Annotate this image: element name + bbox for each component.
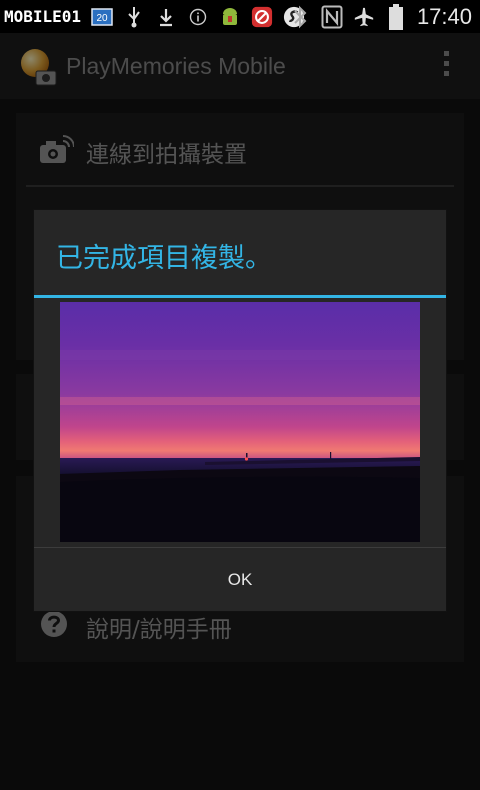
nfc-icon (321, 5, 343, 28)
sim-badge-icon: 20 (91, 6, 113, 28)
sunset-photo (60, 302, 420, 542)
status-bar-right: 17:40 (289, 0, 472, 33)
usb-icon (123, 6, 145, 28)
notification-badge: 20 (97, 13, 109, 24)
watermark-text: MOBILE01 (4, 7, 82, 26)
blocked-icon (251, 6, 273, 28)
screen: MOBILE01 20 17:40 PlayMemories Mobile 連線… (0, 0, 480, 790)
status-bar: MOBILE01 20 17:40 (0, 0, 480, 33)
dialog-title-divider (34, 295, 446, 298)
battery-icon (385, 3, 407, 30)
dialog-title: 已完成項目複製。 (56, 243, 272, 274)
download-icon (155, 6, 177, 28)
android-icon (219, 6, 241, 28)
ok-button[interactable]: OK (34, 548, 446, 611)
status-clock: 17:40 (416, 3, 472, 29)
status-bar-left: MOBILE01 20 (4, 4, 305, 29)
bluetooth-icon (289, 5, 311, 28)
airplane-icon (353, 6, 375, 28)
copy-complete-dialog: 已完成項目複製。 OK (34, 210, 446, 611)
info-icon (187, 6, 209, 28)
